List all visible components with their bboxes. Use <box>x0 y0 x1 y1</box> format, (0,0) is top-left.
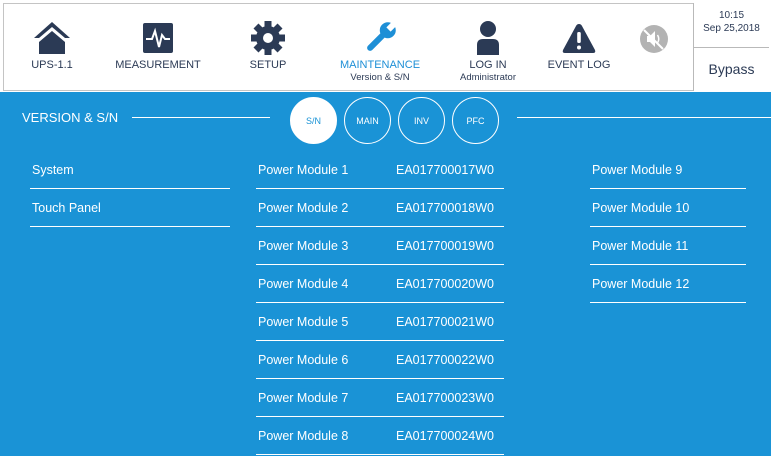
module-name: Power Module 8 <box>258 429 349 443</box>
power-module-row: Power Module 10 <box>590 189 746 227</box>
power-module-row: Power Module 3 EA017700019W0 <box>256 227 504 265</box>
list-item-label: Touch Panel <box>32 201 101 215</box>
module-serial: EA017700022W0 <box>396 353 494 367</box>
list-item-touch-panel[interactable]: Touch Panel <box>30 189 230 227</box>
power-module-row: Power Module 5 EA017700021W0 <box>256 303 504 341</box>
module-name: Power Module 2 <box>258 201 349 215</box>
module-name: Power Module 7 <box>258 391 349 405</box>
section-title: VERSION & S/N <box>22 110 119 125</box>
module-name: Power Module 5 <box>258 315 349 329</box>
module-name: Power Module 1 <box>258 163 349 177</box>
warning-icon <box>562 24 596 53</box>
module-name: Power Module 6 <box>258 353 349 367</box>
nav-ups-label: UPS-1.1 <box>31 59 73 71</box>
module-serial: EA017700023W0 <box>396 391 494 405</box>
version-sn-panel: VERSION & S/N S/N MAIN INV PFC System To… <box>0 92 771 456</box>
gear-icon <box>251 21 285 55</box>
module-name: Power Module 12 <box>592 277 690 291</box>
nav-eventlog[interactable]: EVENT LOG <box>542 0 616 92</box>
list-item-label: System <box>32 163 74 177</box>
status-panel: 10:15 Sep 25,2018 Bypass <box>693 3 769 91</box>
module-serial: EA017700024W0 <box>396 429 494 443</box>
module-serial: EA017700020W0 <box>396 277 494 291</box>
nav-maintenance-sublabel: Version & S/N <box>350 72 410 83</box>
nav-maintenance[interactable]: MAINTENANCE Version & S/N <box>330 0 430 92</box>
nav-setup[interactable]: SETUP <box>240 0 296 92</box>
power-module-row: Power Module 11 <box>590 227 746 265</box>
nav-maintenance-label: MAINTENANCE <box>339 59 421 71</box>
top-navigation-bar: UPS-1.1 MEASUREMENT SETUP MAINTENANCE Ve… <box>0 0 771 92</box>
title-divider-left <box>132 117 270 118</box>
nav-eventlog-label: EVENT LOG <box>547 59 611 71</box>
tab-inv[interactable]: INV <box>398 97 445 144</box>
module-serial: EA017700018W0 <box>396 201 494 215</box>
tab-sn[interactable]: S/N <box>290 97 337 144</box>
nav-measurement[interactable]: MEASUREMENT <box>106 0 210 92</box>
speaker-muted-icon <box>640 25 668 53</box>
nav-ups-home[interactable]: UPS-1.1 <box>22 0 82 92</box>
status-divider <box>694 47 769 48</box>
power-module-row: Power Module 1 EA017700017W0 <box>256 151 504 189</box>
nav-login-sublabel: Administrator <box>460 72 516 83</box>
power-module-row: Power Module 9 <box>590 151 746 189</box>
power-module-row: Power Module 2 EA017700018W0 <box>256 189 504 227</box>
tab-pfc[interactable]: PFC <box>452 97 499 144</box>
operating-mode: Bypass <box>708 61 755 77</box>
power-module-row: Power Module 8 EA017700024W0 <box>256 417 504 455</box>
nav-measurement-label: MEASUREMENT <box>115 59 201 71</box>
power-module-row: Power Module 12 <box>590 265 746 303</box>
tab-main[interactable]: MAIN <box>344 97 391 144</box>
module-name: Power Module 10 <box>592 201 690 215</box>
user-icon <box>477 21 499 55</box>
title-divider-right <box>517 117 771 118</box>
module-name: Power Module 9 <box>592 163 683 177</box>
power-module-row: Power Module 7 EA017700023W0 <box>256 379 504 417</box>
wrench-icon <box>367 21 397 51</box>
home-icon <box>34 22 70 54</box>
power-module-row: Power Module 4 EA017700020W0 <box>256 265 504 303</box>
module-name: Power Module 3 <box>258 239 349 253</box>
module-name: Power Module 4 <box>258 277 349 291</box>
waveform-icon <box>143 23 173 53</box>
module-name: Power Module 11 <box>592 239 689 253</box>
list-item-system[interactable]: System <box>30 151 230 189</box>
mute-toggle[interactable] <box>632 0 676 92</box>
nav-setup-label: SETUP <box>249 59 287 71</box>
nav-login[interactable]: LOG IN Administrator <box>452 0 524 92</box>
power-module-row: Power Module 6 EA017700022W0 <box>256 341 504 379</box>
clock-date: Sep 25,2018 <box>703 23 760 34</box>
clock-time: 10:15 <box>718 10 745 21</box>
module-serial: EA017700017W0 <box>396 163 494 177</box>
module-serial: EA017700019W0 <box>396 239 494 253</box>
nav-login-label: LOG IN <box>469 59 507 71</box>
module-serial: EA017700021W0 <box>396 315 494 329</box>
